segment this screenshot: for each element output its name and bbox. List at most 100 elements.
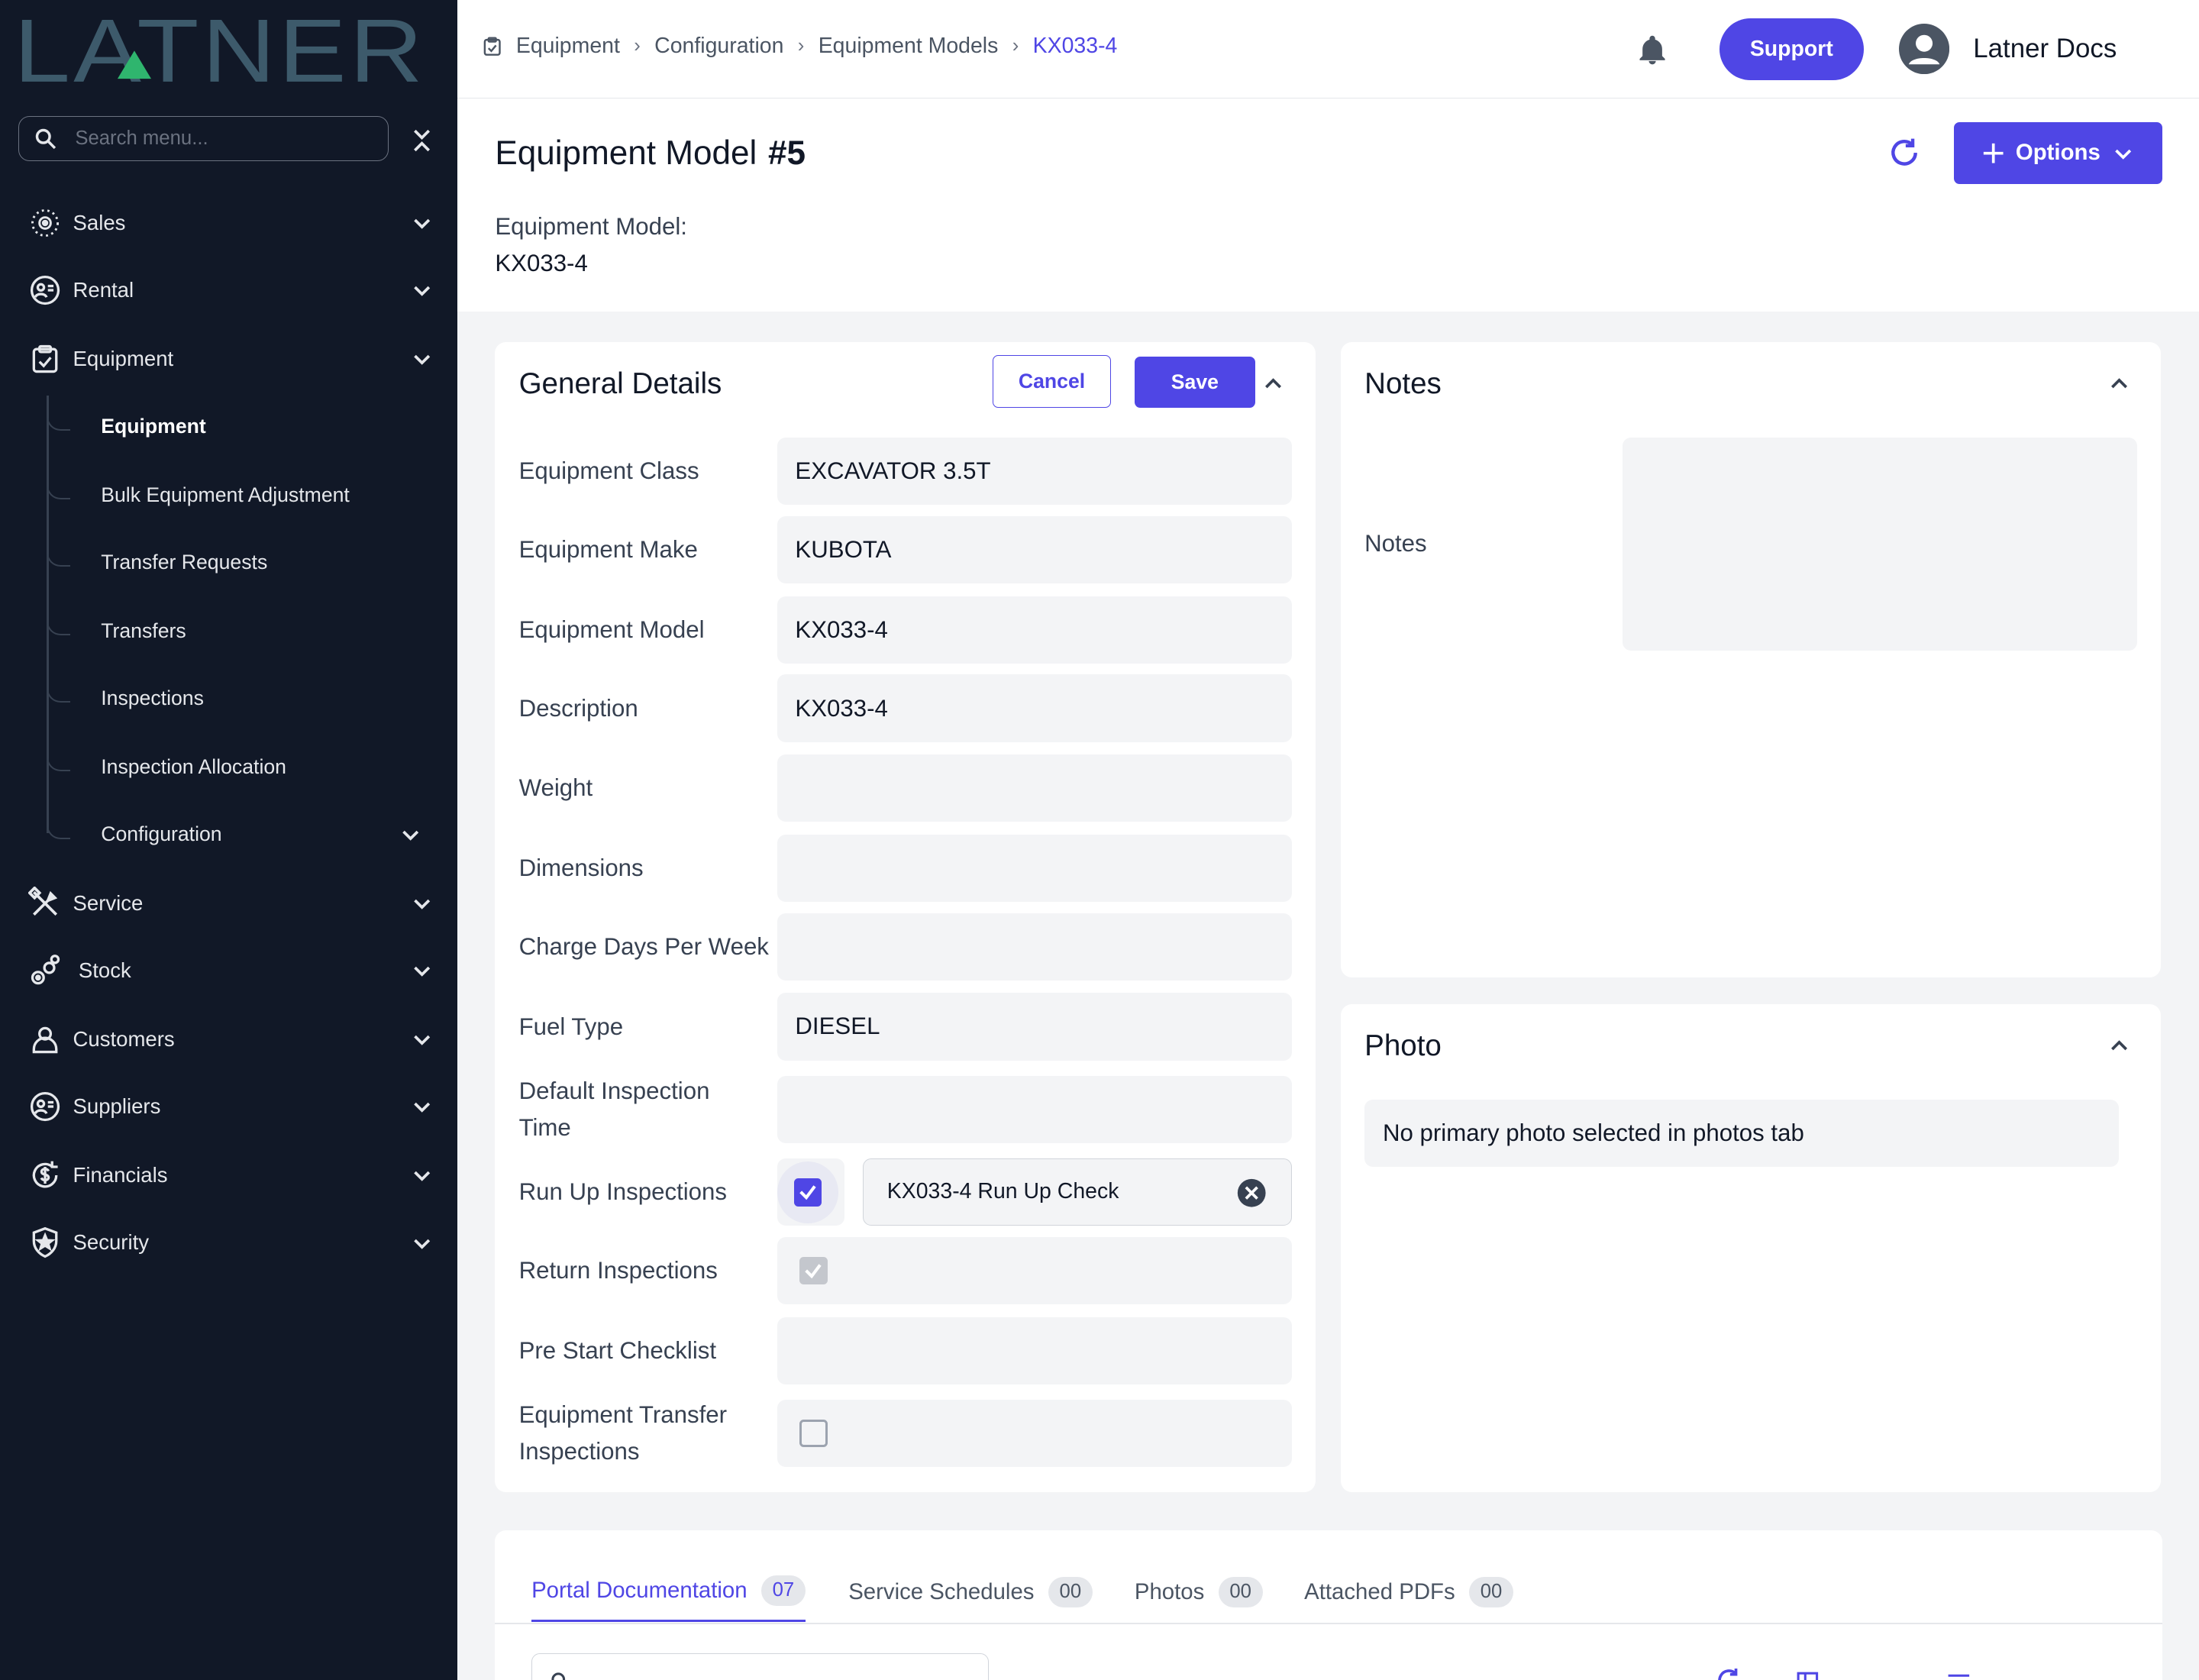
breadcrumb: Equipment › Configuration › Equipment Mo… <box>481 34 1117 59</box>
sidebar-item-equipment[interactable]: Equipment <box>0 331 457 386</box>
tabs-divider <box>495 1623 2163 1624</box>
clear-icon[interactable] <box>1236 1178 1267 1208</box>
plus-icon <box>1983 143 2004 163</box>
tab-count-badge: 00 <box>1218 1576 1263 1607</box>
pre-start-checklist-label: Pre Start Checklist <box>518 1336 717 1364</box>
tab-attached-pdfs[interactable]: Attached PDFs 00 <box>1304 1561 1513 1623</box>
refresh-icon[interactable] <box>1715 1666 1743 1680</box>
dollar-cycle-icon <box>32 1161 58 1188</box>
run-up-inspections-label: Run Up Inspections <box>518 1178 728 1206</box>
sidebar-item-label: Financials <box>73 1163 168 1187</box>
menu-search-input[interactable] <box>72 126 359 152</box>
checkmark-icon <box>799 1185 816 1200</box>
equipment-model-label: Equipment Model <box>518 615 705 643</box>
chevron-down-icon <box>414 899 431 909</box>
sidebar-subitem-transfer-requests[interactable]: Transfer Requests <box>46 534 457 590</box>
equipment-make-field[interactable] <box>777 515 1292 584</box>
sidebar-item-label: Rental <box>73 278 134 302</box>
chevron-down-icon <box>414 355 431 366</box>
default-inspection-time-field[interactable] <box>777 1075 1292 1143</box>
return-inspections-box <box>777 1236 1292 1305</box>
chevron-right-icon: › <box>634 35 641 57</box>
sidebar-item-customers[interactable]: Customers <box>0 1011 457 1067</box>
chevron-up-icon[interactable] <box>2107 1032 2132 1058</box>
equipment-transfer-inspections-checkbox[interactable] <box>799 1419 828 1448</box>
tab-label: Portal Documentation <box>531 1577 748 1603</box>
sidebar-subitem-configuration[interactable]: Configuration <box>46 806 457 862</box>
sidebar-subitem-inspections[interactable]: Inspections <box>46 670 457 726</box>
sidebar-item-suppliers[interactable]: Suppliers <box>0 1078 457 1134</box>
cancel-button[interactable]: Cancel <box>993 354 1111 409</box>
search-icon <box>36 129 57 150</box>
run-up-check-chip: KX033-4 Run Up Check <box>862 1158 1292 1226</box>
description-field[interactable] <box>777 674 1292 742</box>
options-button[interactable]: Options <box>1953 121 2163 184</box>
page-title-text: Equipment Model <box>495 134 757 173</box>
breadcrumb-current: KX033-4 <box>1032 34 1118 59</box>
columns-icon[interactable] <box>1794 1666 1822 1680</box>
collapse-menu-icon[interactable] <box>409 124 434 157</box>
stock-icon <box>31 955 60 985</box>
support-button[interactable]: Support <box>1719 18 1864 80</box>
equipment-model-field[interactable] <box>777 596 1292 664</box>
return-inspections-checkbox[interactable] <box>799 1256 828 1285</box>
latner-logo[interactable]: LATNER <box>14 11 429 90</box>
sidebar-item-sales[interactable]: Sales <box>0 195 457 250</box>
refresh-icon[interactable] <box>1887 136 1921 170</box>
bell-icon[interactable] <box>1636 34 1669 67</box>
rental-icon <box>30 276 60 305</box>
equipment-transfer-inspections-label: Equipment Transfer Inspections <box>518 1401 727 1465</box>
fuel-type-field[interactable] <box>777 993 1292 1061</box>
sidebar-subitem-bulk-equipment-adjustment[interactable]: Bulk Equipment Adjustment <box>46 467 457 523</box>
breadcrumb-configuration[interactable]: Configuration <box>654 34 783 59</box>
documents-tabs-card: Portal Documentation 07 Service Schedule… <box>495 1530 2163 1680</box>
avatar[interactable] <box>1898 24 1949 75</box>
run-up-inspections-checkbox[interactable] <box>793 1178 822 1207</box>
chevron-up-icon[interactable] <box>1261 370 1286 396</box>
weight-label: Weight <box>518 774 593 802</box>
clipboard-icon <box>483 37 501 56</box>
no-photo-message: No primary photo selected in photos tab <box>1364 1099 2120 1168</box>
chevron-up-icon[interactable] <box>2107 370 2132 396</box>
notes-textarea[interactable] <box>1623 438 2138 651</box>
sidebar-subitem-equipment[interactable]: Equipment <box>46 398 457 454</box>
tree-branch <box>46 806 70 839</box>
breadcrumb-equipment[interactable]: Equipment <box>516 34 620 59</box>
weight-field[interactable] <box>777 754 1292 822</box>
sidebar-item-security[interactable]: Security <box>0 1215 457 1271</box>
sidebar-subitem-label: Equipment <box>101 414 206 438</box>
sidebar-subitem-label: Transfer Requests <box>101 551 268 573</box>
tree-branch <box>46 738 70 772</box>
sidebar-subitem-inspection-allocation[interactable]: Inspection Allocation <box>46 738 457 795</box>
sidebar-item-service[interactable]: Service <box>0 875 457 931</box>
tab-photos[interactable]: Photos 00 <box>1135 1561 1263 1623</box>
sidebar-item-rental[interactable]: Rental <box>0 262 457 318</box>
sidebar: LATNER Sales Rental Equipment Equ <box>0 0 457 1680</box>
tree-branch <box>46 398 70 431</box>
sidebar-subitem-transfers[interactable]: Transfers <box>46 603 457 659</box>
clipboard-icon <box>32 344 58 373</box>
sidebar-item-stock[interactable]: Stock <box>0 942 457 998</box>
user-icon <box>32 1026 58 1054</box>
tab-label: Photos <box>1134 1578 1205 1604</box>
tree-branch <box>46 534 70 567</box>
tab-count-badge: 00 <box>1048 1576 1093 1607</box>
shield-icon <box>32 1227 58 1258</box>
user-name[interactable]: Latner Docs <box>1973 34 2117 64</box>
breadcrumb-equipment-models[interactable]: Equipment Models <box>819 34 999 59</box>
notes-title: Notes <box>1364 367 1442 401</box>
equipment-class-field[interactable] <box>777 438 1292 506</box>
sidebar-item-financials[interactable]: Financials <box>0 1147 457 1203</box>
tab-service-schedules[interactable]: Service Schedules 00 <box>848 1561 1093 1623</box>
pre-start-checklist-field[interactable] <box>777 1317 1292 1384</box>
tab-portal-documentation[interactable]: Portal Documentation 07 <box>531 1561 806 1623</box>
sidebar-item-label: Security <box>73 1230 150 1255</box>
chevron-down-icon <box>414 1171 431 1182</box>
chevron-right-icon: › <box>797 35 805 57</box>
dimensions-field[interactable] <box>777 834 1292 902</box>
filter-icon[interactable] <box>1945 1666 1973 1680</box>
tab-label: Attached PDFs <box>1304 1578 1455 1604</box>
document-search-input[interactable] <box>585 1668 984 1680</box>
charge-days-field[interactable] <box>777 913 1292 981</box>
save-button[interactable]: Save <box>1134 356 1255 409</box>
